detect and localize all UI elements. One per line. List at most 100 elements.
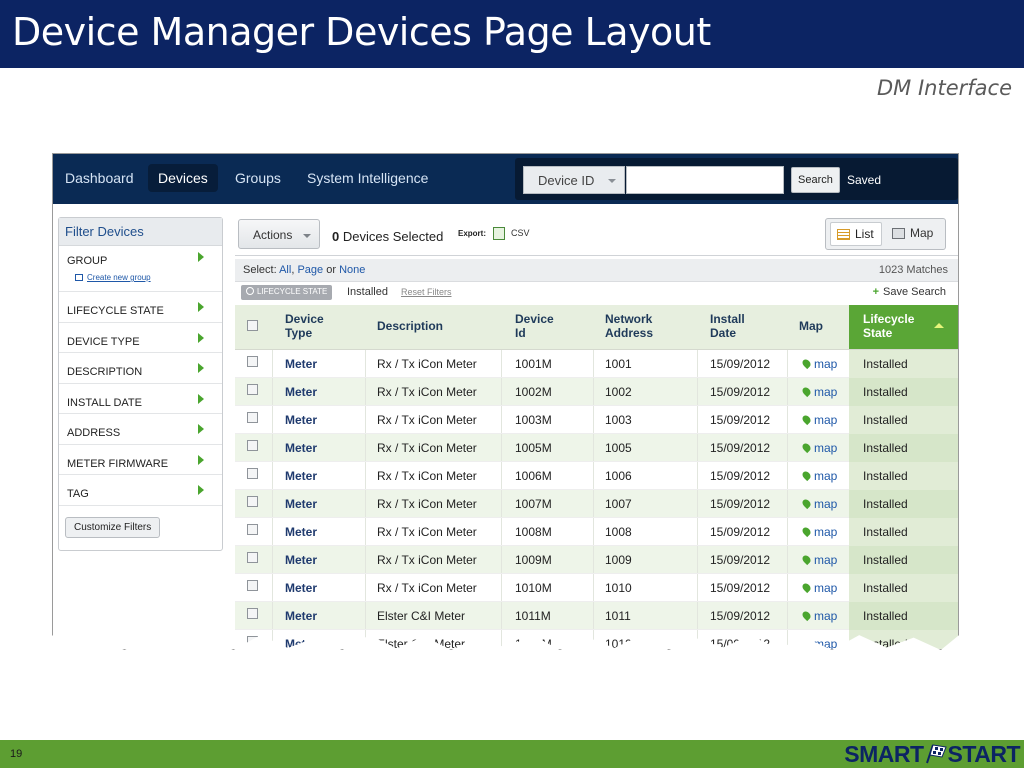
nav-devices[interactable]: Devices	[148, 164, 218, 192]
filter-chip[interactable]: LIFECYCLE STATE	[241, 285, 333, 300]
customize-filters-button[interactable]: Customize Filters	[65, 517, 161, 538]
select-all-checkbox[interactable]	[247, 320, 258, 331]
cell-device-type[interactable]: Meter	[285, 637, 317, 649]
search-button[interactable]: Search	[791, 167, 840, 193]
save-search-link[interactable]: + Save Search	[873, 286, 946, 298]
cell-device-id: 1012M	[515, 637, 552, 650]
map-link[interactable]: map	[800, 553, 837, 567]
cell-device-type[interactable]: Meter	[285, 553, 317, 567]
column-header-install-date[interactable]: Install Date	[710, 312, 745, 340]
map-link[interactable]: map	[800, 385, 837, 399]
selection-bar: Select: All, Page or None 1023 Matches	[235, 259, 958, 282]
cell-device-type[interactable]: Meter	[285, 497, 317, 511]
filter-meter-firmware[interactable]: METER FIRMWARE	[59, 445, 222, 475]
row-checkbox[interactable]	[247, 468, 258, 479]
map-link[interactable]: map	[800, 469, 837, 483]
cell-device-type[interactable]: Meter	[285, 469, 317, 483]
table-row[interactable]: Meter Rx / Tx iCon Meter 1007M 1007 15/09/20…	[235, 490, 958, 518]
row-checkbox[interactable]	[247, 580, 258, 591]
expand-arrow-icon[interactable]	[198, 393, 204, 404]
column-divider	[697, 406, 698, 433]
table-row[interactable]: Meter Elster C&I Meter 1011M 1011 15/09/2012…	[235, 602, 958, 630]
table-header: Device Type Description Device Id Network A…	[235, 305, 958, 350]
row-checkbox[interactable]	[247, 608, 258, 619]
nav-dashboard[interactable]: Dashboard	[55, 164, 144, 192]
expand-arrow-icon[interactable]	[198, 302, 204, 312]
select-all-link[interactable]: All	[279, 264, 291, 276]
map-link[interactable]: map	[800, 413, 837, 427]
nav-groups[interactable]: Groups	[225, 164, 291, 192]
map-link[interactable]: map	[800, 637, 837, 649]
expand-arrow-icon[interactable]	[198, 485, 204, 495]
nav-system-intelligence[interactable]: System Intelligence	[297, 164, 438, 192]
reset-filters-link[interactable]: Reset Filters	[401, 287, 452, 297]
search-field-select[interactable]: Device ID	[523, 166, 625, 194]
column-divider	[272, 630, 273, 649]
column-header-network-address[interactable]: Network Address	[605, 312, 653, 340]
filter-install-date[interactable]: INSTALL DATE	[59, 384, 222, 414]
spreadsheet-icon[interactable]	[493, 227, 505, 240]
row-checkbox[interactable]	[247, 356, 258, 367]
select-page-link[interactable]: Page	[297, 264, 323, 276]
row-checkbox[interactable]	[247, 552, 258, 563]
row-checkbox[interactable]	[247, 384, 258, 395]
actions-dropdown[interactable]: Actions	[238, 219, 320, 249]
map-link[interactable]: map	[800, 357, 837, 371]
map-link[interactable]: map	[800, 609, 837, 623]
cell-install-date: 15/09/2012	[710, 469, 771, 483]
remove-filter-icon[interactable]	[246, 287, 254, 295]
table-row[interactable]: Meter Elster C&I Meter 1012M 1012 15/09/2012…	[235, 630, 958, 650]
expand-arrow-icon[interactable]	[198, 363, 204, 373]
expand-arrow-icon[interactable]	[198, 454, 204, 465]
cell-device-type[interactable]: Meter	[285, 581, 317, 595]
cell-lifecycle-state: Installed	[849, 518, 958, 546]
actions-label: Actions	[253, 228, 293, 242]
row-checkbox[interactable]	[247, 440, 258, 451]
select-none-link[interactable]: None	[339, 264, 365, 276]
table-row[interactable]: Meter Rx / Tx iCon Meter 1001M 1001 15/09/20…	[235, 350, 958, 378]
saved-searches-link[interactable]: Saved	[847, 173, 881, 187]
expand-arrow-icon[interactable]	[198, 424, 204, 434]
export-csv-link[interactable]: CSV	[511, 228, 530, 238]
filter-lifecycle-state[interactable]: LIFECYCLE STATE	[59, 292, 222, 323]
filter-address[interactable]: ADDRESS	[59, 414, 222, 445]
map-pin-icon	[800, 385, 813, 398]
map-link[interactable]: map	[800, 581, 837, 595]
column-header-device-type[interactable]: Device Type	[285, 312, 324, 340]
search-input[interactable]	[626, 166, 784, 194]
table-row[interactable]: Meter Rx / Tx iCon Meter 1002M 1002 15/09/20…	[235, 378, 958, 406]
cell-device-type[interactable]: Meter	[285, 385, 317, 399]
column-divider	[365, 490, 366, 517]
row-checkbox[interactable]	[247, 524, 258, 535]
row-checkbox[interactable]	[247, 412, 258, 423]
list-view-button[interactable]: List	[830, 222, 882, 246]
cell-device-type[interactable]: Meter	[285, 357, 317, 371]
cell-device-type[interactable]: Meter	[285, 441, 317, 455]
column-header-device-id[interactable]: Device Id	[515, 312, 554, 340]
cell-device-type[interactable]: Meter	[285, 525, 317, 539]
filter-group[interactable]: GROUP Create new group	[59, 246, 222, 292]
expand-arrow-icon[interactable]	[198, 332, 204, 343]
table-row[interactable]: Meter Rx / Tx iCon Meter 1009M 1009 15/09/20…	[235, 546, 958, 574]
map-link[interactable]: map	[800, 441, 837, 455]
table-row[interactable]: Meter Rx / Tx iCon Meter 1010M 1010 15/09/20…	[235, 574, 958, 602]
column-header-map[interactable]: Map	[799, 319, 823, 333]
table-row[interactable]: Meter Rx / Tx iCon Meter 1008M 1008 15/09/20…	[235, 518, 958, 546]
table-row[interactable]: Meter Rx / Tx iCon Meter 1006M 1006 15/09/20…	[235, 462, 958, 490]
filter-description[interactable]: DESCRIPTION	[59, 353, 222, 384]
create-new-group-link[interactable]: Create new group	[75, 273, 222, 282]
column-header-description[interactable]: Description	[377, 319, 443, 333]
table-row[interactable]: Meter Rx / Tx iCon Meter 1003M 1003 15/09/20…	[235, 406, 958, 434]
cell-device-type[interactable]: Meter	[285, 609, 317, 623]
map-view-button[interactable]: Map	[886, 222, 942, 246]
cell-device-type[interactable]: Meter	[285, 413, 317, 427]
map-link[interactable]: map	[800, 525, 837, 539]
column-header-lifecycle-state[interactable]: Lifecycle State	[849, 305, 958, 349]
filter-tag[interactable]: TAG	[59, 475, 222, 506]
row-checkbox[interactable]	[247, 636, 258, 647]
map-link[interactable]: map	[800, 497, 837, 511]
filter-device-type[interactable]: DEVICE TYPE	[59, 323, 222, 353]
table-row[interactable]: Meter Rx / Tx iCon Meter 1005M 1005 15/09/20…	[235, 434, 958, 462]
row-checkbox[interactable]	[247, 496, 258, 507]
expand-arrow-icon[interactable]	[198, 252, 204, 262]
